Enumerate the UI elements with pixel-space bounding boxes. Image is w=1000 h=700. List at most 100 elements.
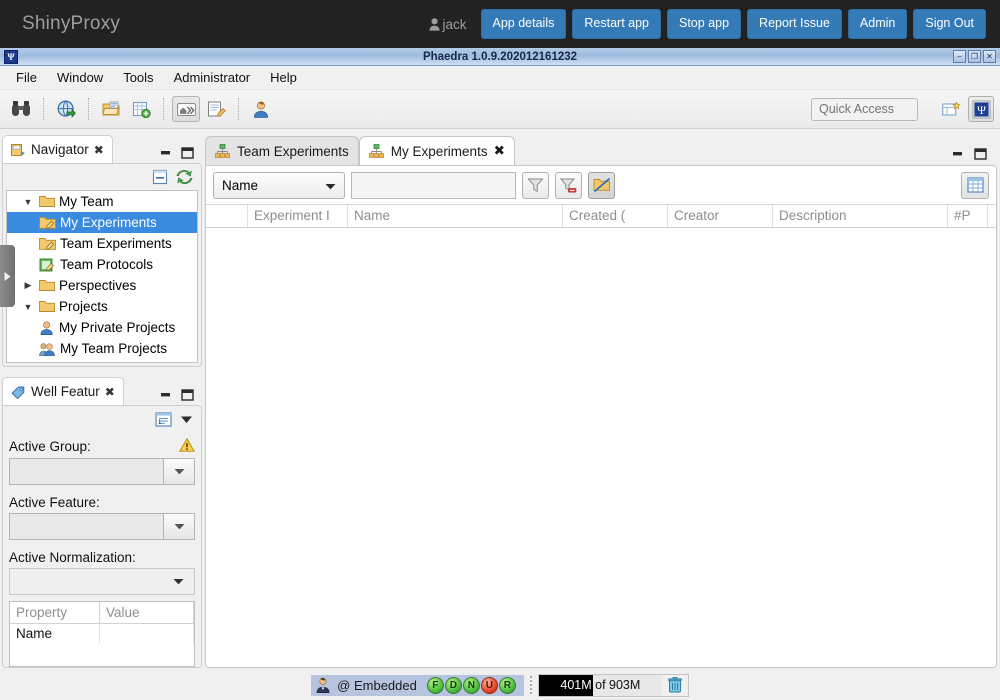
- experiment-icon: [39, 237, 56, 250]
- column-header-plates[interactable]: #P: [948, 205, 988, 227]
- close-icon[interactable]: ✖: [94, 143, 104, 157]
- menu-window[interactable]: Window: [49, 67, 111, 88]
- edit-document-icon[interactable]: [202, 96, 230, 122]
- column-header-created-on[interactable]: Created (: [563, 205, 668, 227]
- quick-access-input[interactable]: [811, 97, 918, 121]
- table-row[interactable]: Name: [10, 624, 194, 643]
- clear-memory-icon[interactable]: [662, 675, 688, 696]
- filter-search-input[interactable]: [351, 171, 516, 199]
- admin-button[interactable]: Admin: [847, 9, 908, 39]
- tree-item-perspectives[interactable]: ▶ Perspectives: [7, 275, 197, 296]
- navigator-tree[interactable]: ▼ My Team My Experiments Team Experiment…: [6, 190, 198, 363]
- tree-item-team-experiments[interactable]: Team Experiments: [7, 233, 197, 254]
- app-details-button[interactable]: App details: [480, 9, 567, 39]
- feature-properties-icon[interactable]: 1: [155, 411, 172, 427]
- close-icon[interactable]: ✖: [105, 385, 115, 399]
- tab-my-experiments[interactable]: My Experiments ✖: [358, 136, 515, 165]
- apply-filter-icon[interactable]: [522, 171, 549, 199]
- connection-status[interactable]: @ Embedded F D N U R: [311, 674, 524, 696]
- hide-closed-folders-icon[interactable]: [588, 171, 615, 199]
- menu-help[interactable]: Help: [262, 67, 305, 88]
- feature-property-table[interactable]: Property Value Name: [9, 601, 195, 667]
- minimize-icon[interactable]: [160, 148, 172, 158]
- phaedra-app-icon: Ψ: [4, 49, 18, 64]
- user-profile-icon[interactable]: [247, 96, 275, 122]
- tree-item-my-experiments[interactable]: My Experiments: [7, 212, 197, 233]
- tree-item-projects[interactable]: ▼ Projects: [7, 296, 197, 317]
- binoculars-search-icon[interactable]: [7, 96, 35, 122]
- table-view-icon[interactable]: [961, 171, 989, 199]
- filter-column-select[interactable]: Name: [213, 171, 345, 199]
- minimize-icon[interactable]: [160, 390, 172, 400]
- chevron-down-icon[interactable]: ▼: [21, 302, 35, 312]
- active-feature-value: [10, 514, 163, 539]
- experiments-table-body[interactable]: [206, 228, 996, 667]
- active-group-combo[interactable]: [9, 458, 195, 485]
- open-perspective-icon[interactable]: [938, 96, 964, 122]
- led-f[interactable]: F: [426, 676, 444, 694]
- column-header-name[interactable]: Name: [348, 205, 563, 227]
- maximize-icon[interactable]: [181, 147, 194, 159]
- tree-item-team-protocols[interactable]: Team Protocols: [7, 254, 197, 275]
- sign-out-button[interactable]: Sign Out: [913, 9, 986, 39]
- well-features-view-controls: [160, 389, 202, 405]
- tab-team-experiments[interactable]: Team Experiments: [205, 136, 359, 165]
- menu-tools[interactable]: Tools: [115, 67, 161, 88]
- filter-toolbar: Name: [206, 166, 996, 204]
- maximize-icon[interactable]: [181, 389, 194, 401]
- tab-well-features[interactable]: Well Featur ✖: [2, 377, 124, 405]
- tree-item-my-team-projects[interactable]: My Team Projects: [7, 338, 197, 359]
- active-group-label: Active Group:: [9, 439, 91, 454]
- open-folder-icon[interactable]: [97, 96, 125, 122]
- editor-tabrow: Team Experiments My Experiments ✖: [205, 133, 997, 165]
- well-features-toolbar: 1: [3, 406, 201, 432]
- chevron-down-icon[interactable]: [325, 178, 336, 193]
- home-navigate-icon[interactable]: [172, 96, 200, 122]
- led-u[interactable]: U: [480, 676, 498, 694]
- chevron-down-icon[interactable]: [163, 569, 194, 594]
- menu-file[interactable]: File: [8, 67, 45, 88]
- led-r[interactable]: R: [498, 676, 516, 694]
- restore-minimized-part-handle[interactable]: [0, 245, 15, 307]
- window-close-button[interactable]: ✕: [983, 50, 996, 63]
- column-header-value: Value: [100, 602, 194, 624]
- tab-navigator[interactable]: Navigator ✖: [2, 135, 113, 163]
- view-menu-chevron-icon[interactable]: [180, 415, 193, 424]
- report-issue-button[interactable]: Report Issue: [747, 9, 842, 39]
- refresh-icon[interactable]: [176, 169, 193, 185]
- chevron-down-icon[interactable]: [163, 514, 194, 539]
- chevron-right-icon[interactable]: ▶: [21, 280, 35, 291]
- phaedra-perspective-icon[interactable]: Ψ: [968, 96, 994, 122]
- active-feature-combo[interactable]: [9, 513, 195, 540]
- editor-area: Team Experiments My Experiments ✖ Name E…: [204, 129, 1000, 670]
- column-header-description[interactable]: Description: [773, 205, 948, 227]
- led-n[interactable]: N: [462, 676, 480, 694]
- experiment-icon: [39, 216, 56, 229]
- collapse-all-icon[interactable]: [152, 169, 168, 185]
- tree-item-label: My Private Projects: [59, 320, 176, 335]
- active-normalization-combo[interactable]: [9, 568, 195, 595]
- minimize-icon[interactable]: [952, 149, 964, 159]
- chevron-down-icon[interactable]: [163, 459, 194, 484]
- stop-app-button[interactable]: Stop app: [667, 9, 742, 39]
- clear-filter-icon[interactable]: [555, 171, 582, 199]
- window-restore-button[interactable]: ❐: [968, 50, 981, 63]
- restart-app-button[interactable]: Restart app: [572, 9, 661, 39]
- column-header-creator[interactable]: Creator: [668, 205, 773, 227]
- menu-administrator[interactable]: Administrator: [166, 67, 259, 88]
- window-titlebar[interactable]: Ψ Phaedra 1.0.9.202012161232 – ❐ ✕: [0, 48, 1000, 66]
- new-table-icon[interactable]: [127, 96, 155, 122]
- close-icon[interactable]: ✖: [494, 143, 505, 159]
- led-d[interactable]: D: [444, 676, 462, 694]
- window-minimize-button[interactable]: –: [953, 50, 966, 63]
- globe-open-icon[interactable]: [52, 96, 80, 122]
- memory-bar[interactable]: 401M of 903M: [538, 674, 662, 696]
- column-header-experiment-id[interactable]: Experiment I: [248, 205, 348, 227]
- column-header-checkbox[interactable]: [206, 205, 248, 227]
- tree-item-my-private-projects[interactable]: My Private Projects: [7, 317, 197, 338]
- tree-item-my-team[interactable]: ▼ My Team: [7, 191, 197, 212]
- team-project-icon: [39, 342, 55, 356]
- maximize-icon[interactable]: [974, 148, 987, 160]
- user-icon: [428, 17, 440, 31]
- chevron-down-icon[interactable]: ▼: [21, 197, 35, 207]
